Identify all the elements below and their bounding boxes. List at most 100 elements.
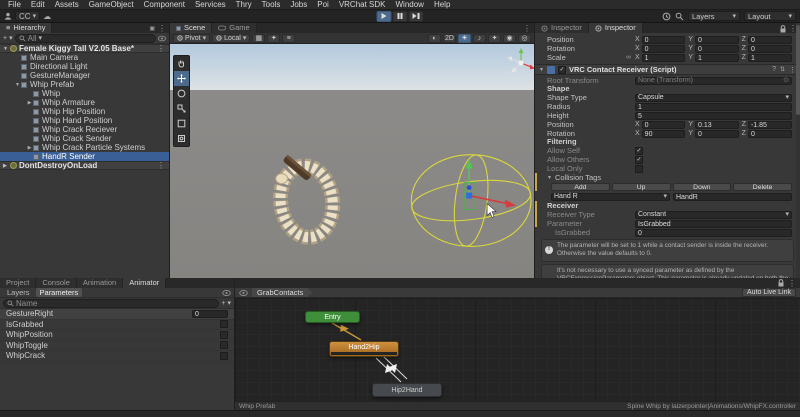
height-field[interactable]: 5 xyxy=(635,111,792,120)
tab-inspector-1[interactable]: Inspector xyxy=(535,23,589,33)
receiver-type-dropdown[interactable]: Constant ▾ xyxy=(635,210,792,219)
foldout-arrow-icon[interactable]: ▶ xyxy=(26,145,33,151)
undo-history-icon[interactable] xyxy=(662,12,671,21)
pivot-toggle[interactable]: Pivot ▾ xyxy=(173,33,211,43)
allow-self-checkbox[interactable]: ✓ xyxy=(635,146,643,155)
state-node-hand2hip[interactable]: Hand2Hip xyxy=(329,341,399,357)
breadcrumb-grabcontacts[interactable]: GrabContacts xyxy=(252,288,312,297)
position-z-field[interactable]: -1.85 xyxy=(747,120,792,129)
lock-icon[interactable] xyxy=(780,24,786,33)
scale-tool-button[interactable] xyxy=(174,101,189,116)
hierarchy-item[interactable]: Directional Light xyxy=(0,62,169,71)
hierarchy-item[interactable]: GestureManager xyxy=(0,71,169,80)
hand-tool-button[interactable] xyxy=(174,56,189,71)
2d-toggle[interactable]: 2D xyxy=(443,33,456,43)
scene-picker-icon[interactable] xyxy=(158,35,166,42)
menu-item[interactable]: VRChat SDK xyxy=(334,0,391,10)
audio-toggle[interactable]: ♪ xyxy=(473,33,486,43)
foldout-open-icon[interactable]: ▼ xyxy=(3,46,10,52)
gizmos-dropdown[interactable]: ◎ xyxy=(518,33,531,43)
snap-settings-button[interactable]: ✦ xyxy=(267,33,281,43)
vector-y-field[interactable]: 0 xyxy=(695,35,739,44)
foldout-open-icon[interactable]: ▼ xyxy=(539,67,544,73)
animator-parameter-row[interactable]: IsGrabbed xyxy=(0,319,234,330)
animator-parameter-row[interactable]: WhipToggle xyxy=(0,340,234,351)
shape-type-dropdown[interactable]: Capsule ▾ xyxy=(635,93,792,102)
transform-tool-button[interactable] xyxy=(174,131,189,146)
kebab-icon[interactable]: ⋮ xyxy=(788,279,796,288)
hierarchy-item[interactable]: Whip Hand Position xyxy=(0,116,169,125)
hierarchy-item[interactable]: Whip Hip Position xyxy=(0,107,169,116)
measure-tool-button[interactable]: ≡ xyxy=(282,33,296,43)
collision-tag-field[interactable]: HandR xyxy=(673,193,792,201)
tab-animation[interactable]: Animation xyxy=(76,278,124,288)
vector-x-field[interactable]: 0 xyxy=(641,35,686,44)
kebab-icon[interactable]: ⋮ xyxy=(789,66,796,74)
menu-item[interactable]: Help xyxy=(429,0,455,10)
hierarchy-item[interactable]: Whip Crack Reciever xyxy=(0,125,169,134)
foldout-arrow-icon[interactable]: ▶ xyxy=(26,100,33,106)
parameter-value-field[interactable]: 0 xyxy=(192,309,228,318)
tab-hierarchy[interactable]: ≡ Hierarchy xyxy=(0,23,53,33)
step-button[interactable] xyxy=(408,10,424,22)
move-tool-button[interactable] xyxy=(174,71,189,86)
kebab-icon[interactable]: ⋮ xyxy=(157,161,169,170)
position-x-field[interactable]: 0 xyxy=(641,120,686,129)
hierarchy-item[interactable]: ▶ Whip Armature xyxy=(0,98,169,107)
rect-tool-button[interactable] xyxy=(174,116,189,131)
hierarchy-search-input[interactable]: All ▾ xyxy=(14,33,156,43)
rotate-tool-button[interactable] xyxy=(174,86,189,101)
local-only-checkbox[interactable] xyxy=(635,164,643,173)
menu-item[interactable]: Window xyxy=(391,0,429,10)
tab-game[interactable]: Game xyxy=(212,23,257,33)
eye-icon[interactable] xyxy=(239,289,248,296)
rotation-z-field[interactable]: 0 xyxy=(747,129,792,138)
eye-icon[interactable] xyxy=(222,289,231,296)
collision-tag-button[interactable]: Down xyxy=(672,183,732,191)
radius-field[interactable]: 1 xyxy=(635,102,792,111)
auto-live-link-button[interactable]: Auto Live Link xyxy=(742,288,796,297)
animator-parameter-row[interactable]: GestureRight 0 xyxy=(0,309,234,320)
vector-y-field[interactable]: 0 xyxy=(695,44,739,53)
vector-z-field[interactable]: 1 xyxy=(747,53,792,62)
camera-dropdown[interactable]: ◉ xyxy=(503,33,516,43)
foldout-arrow-icon[interactable]: ▼ xyxy=(14,82,21,88)
grid-visibility-button[interactable]: ▦ xyxy=(252,33,266,43)
foldout-open-icon[interactable]: ▼ xyxy=(547,175,552,181)
vector-x-field[interactable]: 1 xyxy=(641,53,686,62)
collision-tag-button[interactable]: Delete xyxy=(733,183,792,191)
root-transform-field[interactable]: None (Transform) ⊙ xyxy=(635,76,792,85)
menu-item[interactable]: Services xyxy=(190,0,231,10)
lighting-toggle[interactable]: ☀ xyxy=(458,33,471,43)
hierarchy-item[interactable]: Main Camera xyxy=(0,53,169,62)
scene-header[interactable]: ▼ Female Kiggy Tall V2.05 Base* ⋮ xyxy=(0,44,169,53)
collision-tag-dropdown[interactable]: Hand R ▾ xyxy=(551,193,670,201)
parameter-checkbox[interactable] xyxy=(220,351,228,360)
scene-viewport[interactable] xyxy=(170,44,534,278)
menu-item[interactable]: File xyxy=(3,0,26,10)
collision-tag-button[interactable]: Up xyxy=(611,183,671,191)
state-node-entry[interactable]: Entry xyxy=(305,311,360,323)
tab-project[interactable]: Project xyxy=(0,278,37,288)
hierarchy-item[interactable]: ▼ Whip Prefab xyxy=(0,80,169,89)
hierarchy-item[interactable]: Whip Crack Sender xyxy=(0,134,169,143)
parameter-checkbox[interactable] xyxy=(220,320,228,329)
vrc-contact-receiver-header[interactable]: ▼ ✓ VRC Contact Receiver (Script) ? ⇅ ⋮ xyxy=(535,64,800,75)
kebab-icon[interactable]: ⋮ xyxy=(157,44,169,53)
menu-item[interactable]: Edit xyxy=(26,0,50,10)
layers-dropdown[interactable]: Layers ▾ xyxy=(688,11,740,21)
isgrabbed-value-field[interactable]: 0 xyxy=(635,228,792,237)
lock-icon[interactable] xyxy=(778,279,784,287)
parameter-search-input[interactable]: Name xyxy=(3,298,220,308)
tab-scene[interactable]: Scene xyxy=(170,23,213,33)
tab-inspector-2[interactable]: Inspector xyxy=(588,23,643,33)
play-button[interactable] xyxy=(376,10,392,22)
tab-animator[interactable]: Animator xyxy=(123,278,167,288)
position-y-field[interactable]: 0.13 xyxy=(695,120,739,129)
collision-tag-button[interactable]: Add xyxy=(551,183,610,191)
dontdestroyonload-header[interactable]: ▶ DontDestroyOnLoad ⋮ xyxy=(0,161,169,170)
state-node-hip2hand[interactable]: Hip2Hand xyxy=(372,383,442,397)
vector-x-field[interactable]: 0 xyxy=(641,44,686,53)
menu-item[interactable]: GameObject xyxy=(84,0,139,10)
parameter-field[interactable]: IsGrabbed xyxy=(635,219,792,228)
